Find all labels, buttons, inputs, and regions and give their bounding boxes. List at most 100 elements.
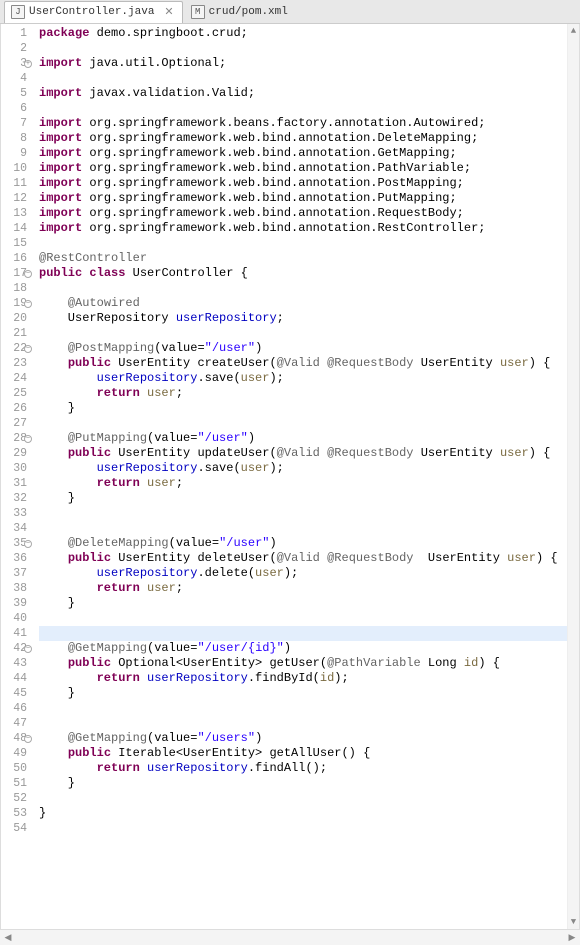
line-number[interactable]: 45	[1, 686, 31, 701]
fold-collapse-icon[interactable]	[24, 645, 32, 653]
code-line[interactable]: }	[39, 401, 567, 416]
line-number[interactable]: 32	[1, 491, 31, 506]
code-line[interactable]: import java.util.Optional;	[39, 56, 567, 71]
code-line[interactable]: return userRepository.findById(id);	[39, 671, 567, 686]
code-line[interactable]	[39, 716, 567, 731]
code-line[interactable]: @Autowired	[39, 296, 567, 311]
line-number-gutter[interactable]: 1234567891011121314151617181920212223242…	[1, 24, 33, 929]
code-line[interactable]	[39, 521, 567, 536]
line-number[interactable]: 44	[1, 671, 31, 686]
scroll-down-icon[interactable]: ▼	[568, 915, 579, 929]
code-line[interactable]: public UserEntity updateUser(@Valid @Req…	[39, 446, 567, 461]
line-number[interactable]: 50	[1, 761, 31, 776]
code-line[interactable]: import org.springframework.web.bind.anno…	[39, 131, 567, 146]
code-line[interactable]	[39, 236, 567, 251]
code-line[interactable]	[39, 626, 567, 641]
editor-tab-0[interactable]: JUserController.java✕	[4, 1, 183, 23]
code-line[interactable]: return user;	[39, 581, 567, 596]
fold-collapse-icon[interactable]	[24, 435, 32, 443]
line-number[interactable]: 4	[1, 71, 31, 86]
line-number[interactable]: 14	[1, 221, 31, 236]
code-line[interactable]: public UserEntity createUser(@Valid @Req…	[39, 356, 567, 371]
code-line[interactable]	[39, 41, 567, 56]
code-line[interactable]: }	[39, 806, 567, 821]
line-number[interactable]: 33	[1, 506, 31, 521]
fold-collapse-icon[interactable]	[24, 540, 32, 548]
line-number[interactable]: 9	[1, 146, 31, 161]
code-line[interactable]: @PutMapping(value="/user")	[39, 431, 567, 446]
code-line[interactable]: }	[39, 596, 567, 611]
code-line[interactable]: @RestController	[39, 251, 567, 266]
line-number[interactable]: 23	[1, 356, 31, 371]
line-number[interactable]: 34	[1, 521, 31, 536]
code-line[interactable]: }	[39, 776, 567, 791]
code-line[interactable]: public Iterable<UserEntity> getAllUser()…	[39, 746, 567, 761]
code-line[interactable]: @GetMapping(value="/users")	[39, 731, 567, 746]
line-number[interactable]: 7	[1, 116, 31, 131]
line-number[interactable]: 24	[1, 371, 31, 386]
line-number[interactable]: 29	[1, 446, 31, 461]
line-number[interactable]: 37	[1, 566, 31, 581]
line-number[interactable]: 20	[1, 311, 31, 326]
line-number[interactable]: 25	[1, 386, 31, 401]
code-line[interactable]: import org.springframework.web.bind.anno…	[39, 221, 567, 236]
line-number[interactable]: 35	[1, 536, 31, 551]
line-number[interactable]: 15	[1, 236, 31, 251]
line-number[interactable]: 5	[1, 86, 31, 101]
code-line[interactable]	[39, 101, 567, 116]
line-number[interactable]: 41	[1, 626, 31, 641]
fold-collapse-icon[interactable]	[24, 735, 32, 743]
line-number[interactable]: 51	[1, 776, 31, 791]
close-icon[interactable]: ✕	[162, 5, 175, 19]
fold-collapse-icon[interactable]	[24, 270, 32, 278]
code-line[interactable]	[39, 326, 567, 341]
line-number[interactable]: 49	[1, 746, 31, 761]
code-line[interactable]: import org.springframework.web.bind.anno…	[39, 146, 567, 161]
line-number[interactable]: 16	[1, 251, 31, 266]
line-number[interactable]: 27	[1, 416, 31, 431]
line-number[interactable]: 18	[1, 281, 31, 296]
code-line[interactable]: UserRepository userRepository;	[39, 311, 567, 326]
code-line[interactable]: return user;	[39, 476, 567, 491]
code-line[interactable]	[39, 611, 567, 626]
line-number[interactable]: 19	[1, 296, 31, 311]
fold-collapse-icon[interactable]	[24, 345, 32, 353]
horizontal-scrollbar[interactable]: ◀ ▶	[0, 929, 580, 945]
code-line[interactable]	[39, 71, 567, 86]
line-number[interactable]: 48	[1, 731, 31, 746]
code-line[interactable]: import org.springframework.web.bind.anno…	[39, 191, 567, 206]
code-line[interactable]: import javax.validation.Valid;	[39, 86, 567, 101]
line-number[interactable]: 10	[1, 161, 31, 176]
scroll-track[interactable]	[568, 38, 579, 915]
code-line[interactable]	[39, 791, 567, 806]
code-line[interactable]: package demo.springboot.crud;	[39, 26, 567, 41]
code-line[interactable]: public UserEntity deleteUser(@Valid @Req…	[39, 551, 567, 566]
code-line[interactable]: }	[39, 491, 567, 506]
editor-tab-1[interactable]: Mcrud/pom.xml	[185, 1, 294, 23]
code-line[interactable]: import org.springframework.web.bind.anno…	[39, 206, 567, 221]
scroll-left-icon[interactable]: ◀	[0, 930, 16, 946]
line-number[interactable]: 36	[1, 551, 31, 566]
code-line[interactable]	[39, 701, 567, 716]
line-number[interactable]: 6	[1, 101, 31, 116]
line-number[interactable]: 43	[1, 656, 31, 671]
line-number[interactable]: 28	[1, 431, 31, 446]
code-line[interactable]: userRepository.save(user);	[39, 461, 567, 476]
line-number[interactable]: 53	[1, 806, 31, 821]
line-number[interactable]: 12	[1, 191, 31, 206]
code-line[interactable]: @DeleteMapping(value="/user")	[39, 536, 567, 551]
line-number[interactable]: 1	[1, 26, 31, 41]
code-line[interactable]: userRepository.save(user);	[39, 371, 567, 386]
code-line[interactable]: import org.springframework.beans.factory…	[39, 116, 567, 131]
line-number[interactable]: 54	[1, 821, 31, 836]
code-line[interactable]: public class UserController {	[39, 266, 567, 281]
line-number[interactable]: 21	[1, 326, 31, 341]
line-number[interactable]: 3	[1, 56, 31, 71]
line-number[interactable]: 46	[1, 701, 31, 716]
code-line[interactable]	[39, 506, 567, 521]
code-line[interactable]	[39, 416, 567, 431]
line-number[interactable]: 30	[1, 461, 31, 476]
scroll-up-icon[interactable]: ▲	[568, 24, 579, 38]
code-line[interactable]	[39, 281, 567, 296]
line-number[interactable]: 52	[1, 791, 31, 806]
